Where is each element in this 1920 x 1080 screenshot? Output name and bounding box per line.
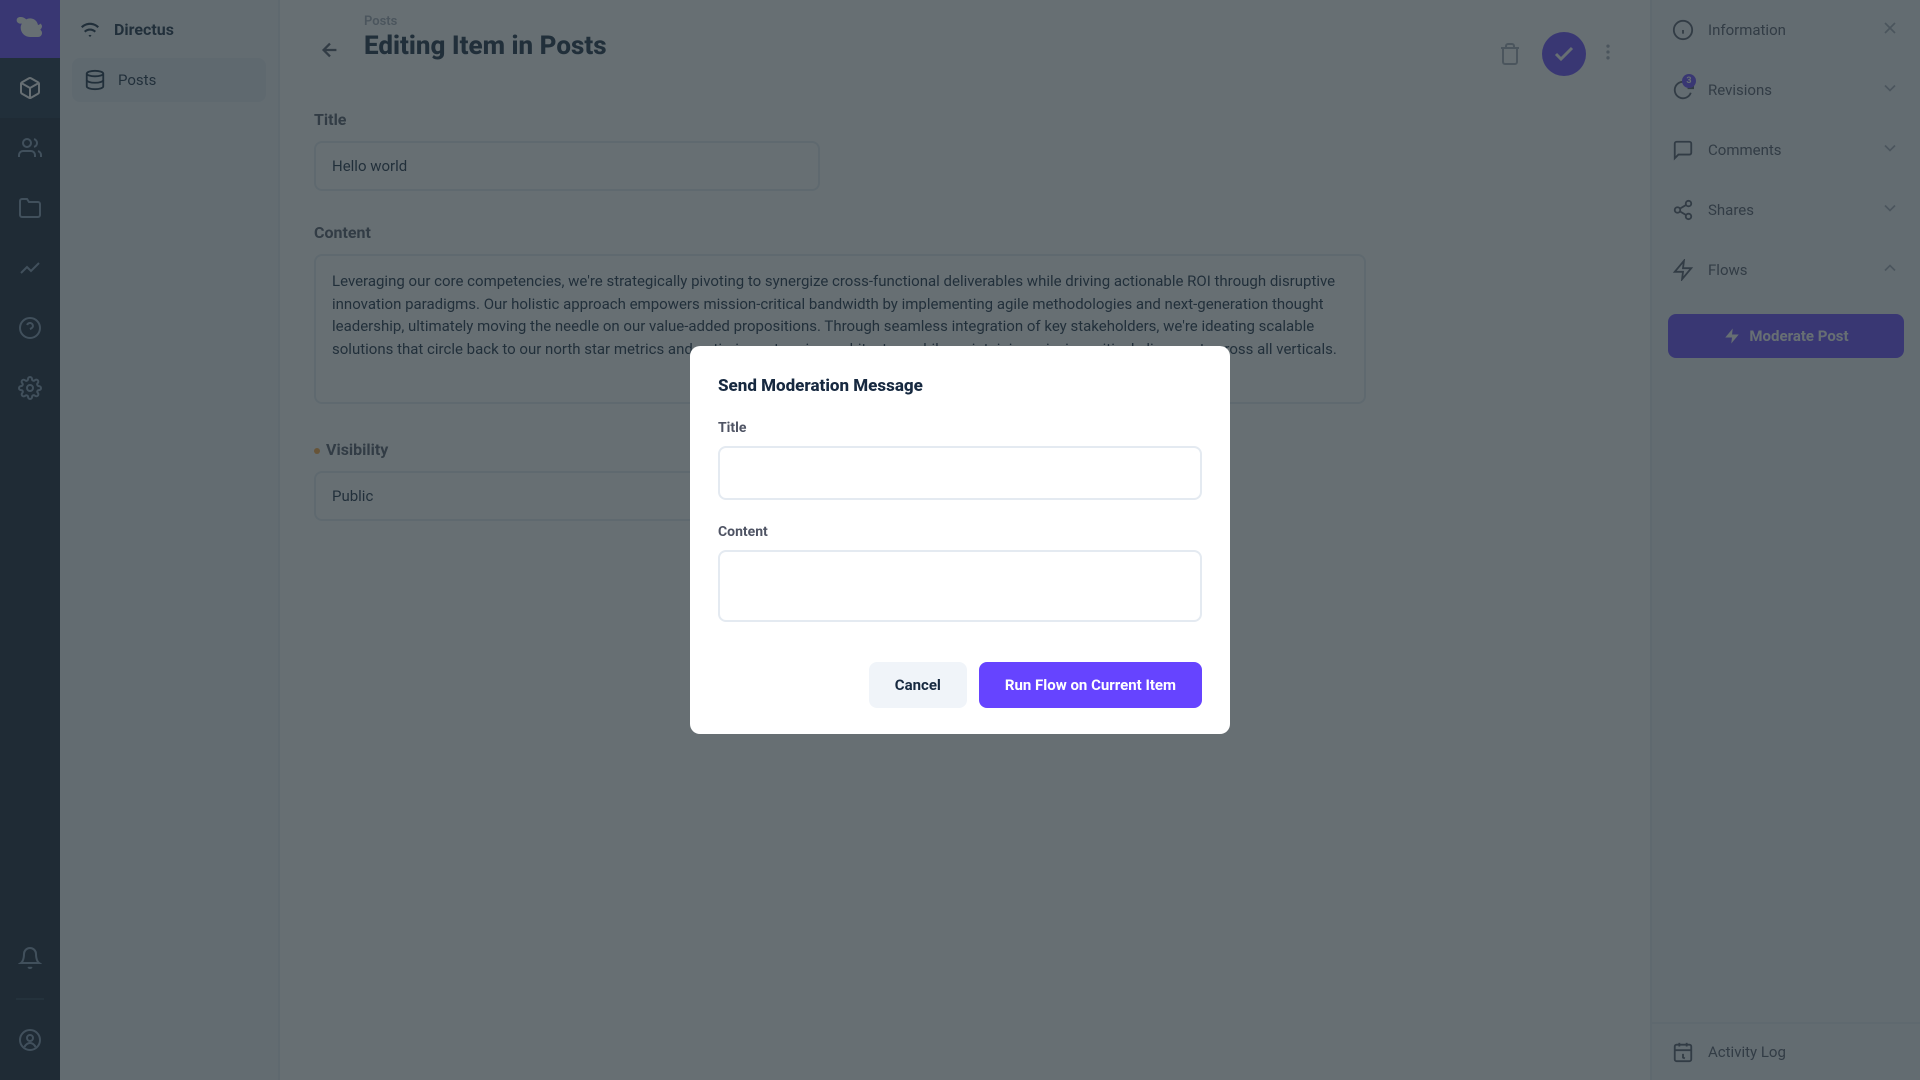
- run-flow-button[interactable]: Run Flow on Current Item: [979, 662, 1202, 708]
- modal-field-label-title: Title: [718, 420, 1202, 436]
- modal-content-textarea[interactable]: [718, 550, 1202, 622]
- cancel-button[interactable]: Cancel: [869, 662, 967, 708]
- modal-title-input[interactable]: [718, 446, 1202, 500]
- modal-title: Send Moderation Message: [718, 376, 1202, 396]
- modal-backdrop[interactable]: Send Moderation Message Title Content Ca…: [0, 0, 1920, 1080]
- moderation-modal: Send Moderation Message Title Content Ca…: [690, 346, 1230, 734]
- modal-field-label-content: Content: [718, 524, 1202, 540]
